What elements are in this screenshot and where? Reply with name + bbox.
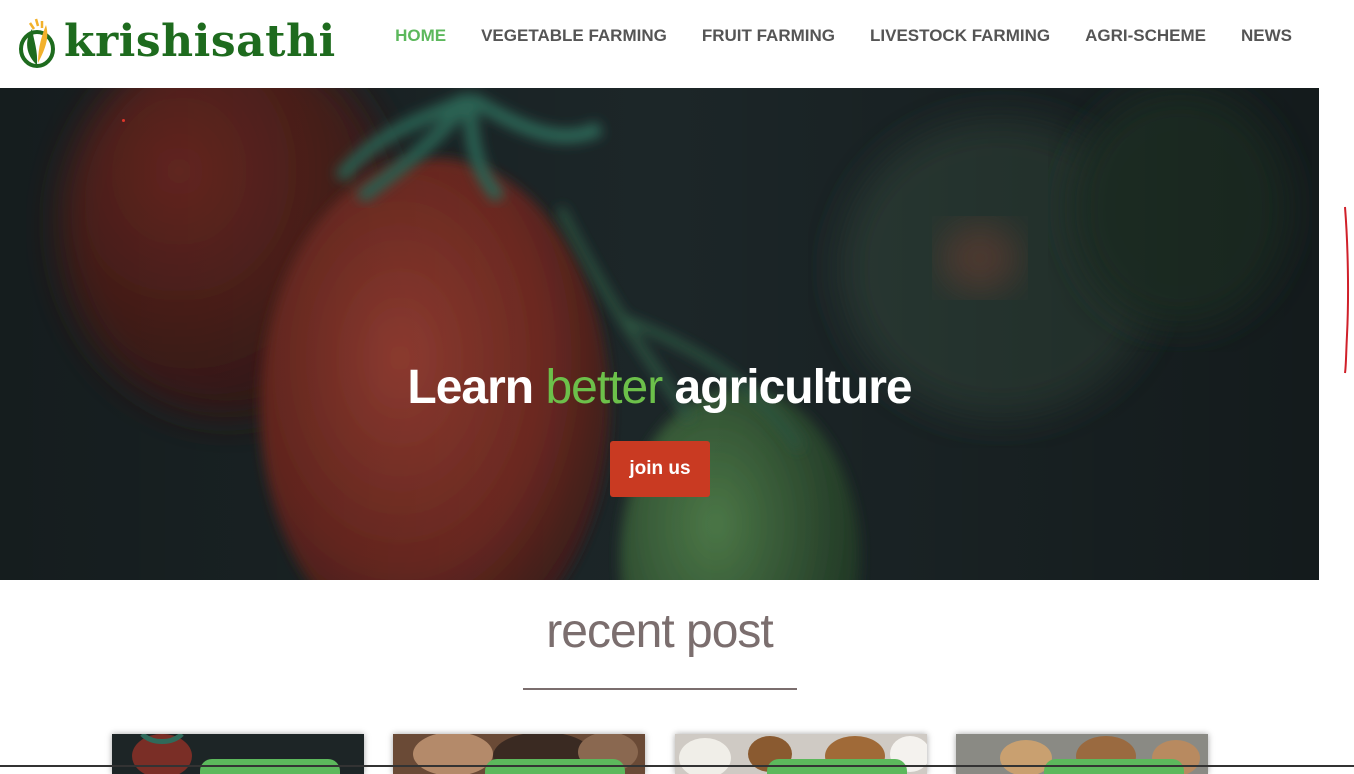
tomato-background-image bbox=[0, 88, 1319, 580]
recent-post-heading: recent post bbox=[546, 605, 773, 658]
hero-title: Learn better agriculture bbox=[0, 360, 1319, 415]
join-us-button[interactable]: join us bbox=[610, 441, 710, 497]
heading-underline bbox=[523, 688, 797, 690]
nav-home[interactable]: HOME bbox=[395, 26, 446, 46]
nav-fruit-farming[interactable]: FRUIT FARMING bbox=[702, 26, 835, 46]
post-card-chickens[interactable] bbox=[675, 734, 927, 774]
brand-name: krishisathi bbox=[64, 16, 336, 67]
hero-title-accent: better bbox=[545, 361, 663, 414]
site-header: krishisathi HOME VEGETABLE FARMING FRUIT… bbox=[0, 0, 1354, 88]
leaf-logo-icon bbox=[19, 18, 55, 68]
post-card-tomato[interactable] bbox=[112, 734, 364, 774]
nav-agri-scheme[interactable]: AGRI-SCHEME bbox=[1085, 26, 1206, 46]
red-dot-mark bbox=[122, 119, 125, 122]
hero-title-start: Learn bbox=[407, 361, 534, 414]
nav-vegetable-farming[interactable]: VEGETABLE FARMING bbox=[481, 26, 667, 46]
post-card-mushrooms[interactable] bbox=[956, 734, 1208, 774]
nav-news[interactable]: NEWS bbox=[1241, 26, 1292, 46]
hero-banner: Learn better agriculture join us bbox=[0, 88, 1319, 580]
post-card-cattle[interactable] bbox=[393, 734, 645, 774]
recent-post-cards bbox=[0, 734, 1354, 774]
scroll-indicator-mark bbox=[1344, 206, 1350, 374]
hero-title-end: agriculture bbox=[674, 361, 913, 414]
nav-livestock-farming[interactable]: LIVESTOCK FARMING bbox=[870, 26, 1050, 46]
main-nav: HOME VEGETABLE FARMING FRUIT FARMING LIV… bbox=[395, 26, 1292, 46]
site-logo[interactable]: krishisathi bbox=[16, 14, 336, 70]
